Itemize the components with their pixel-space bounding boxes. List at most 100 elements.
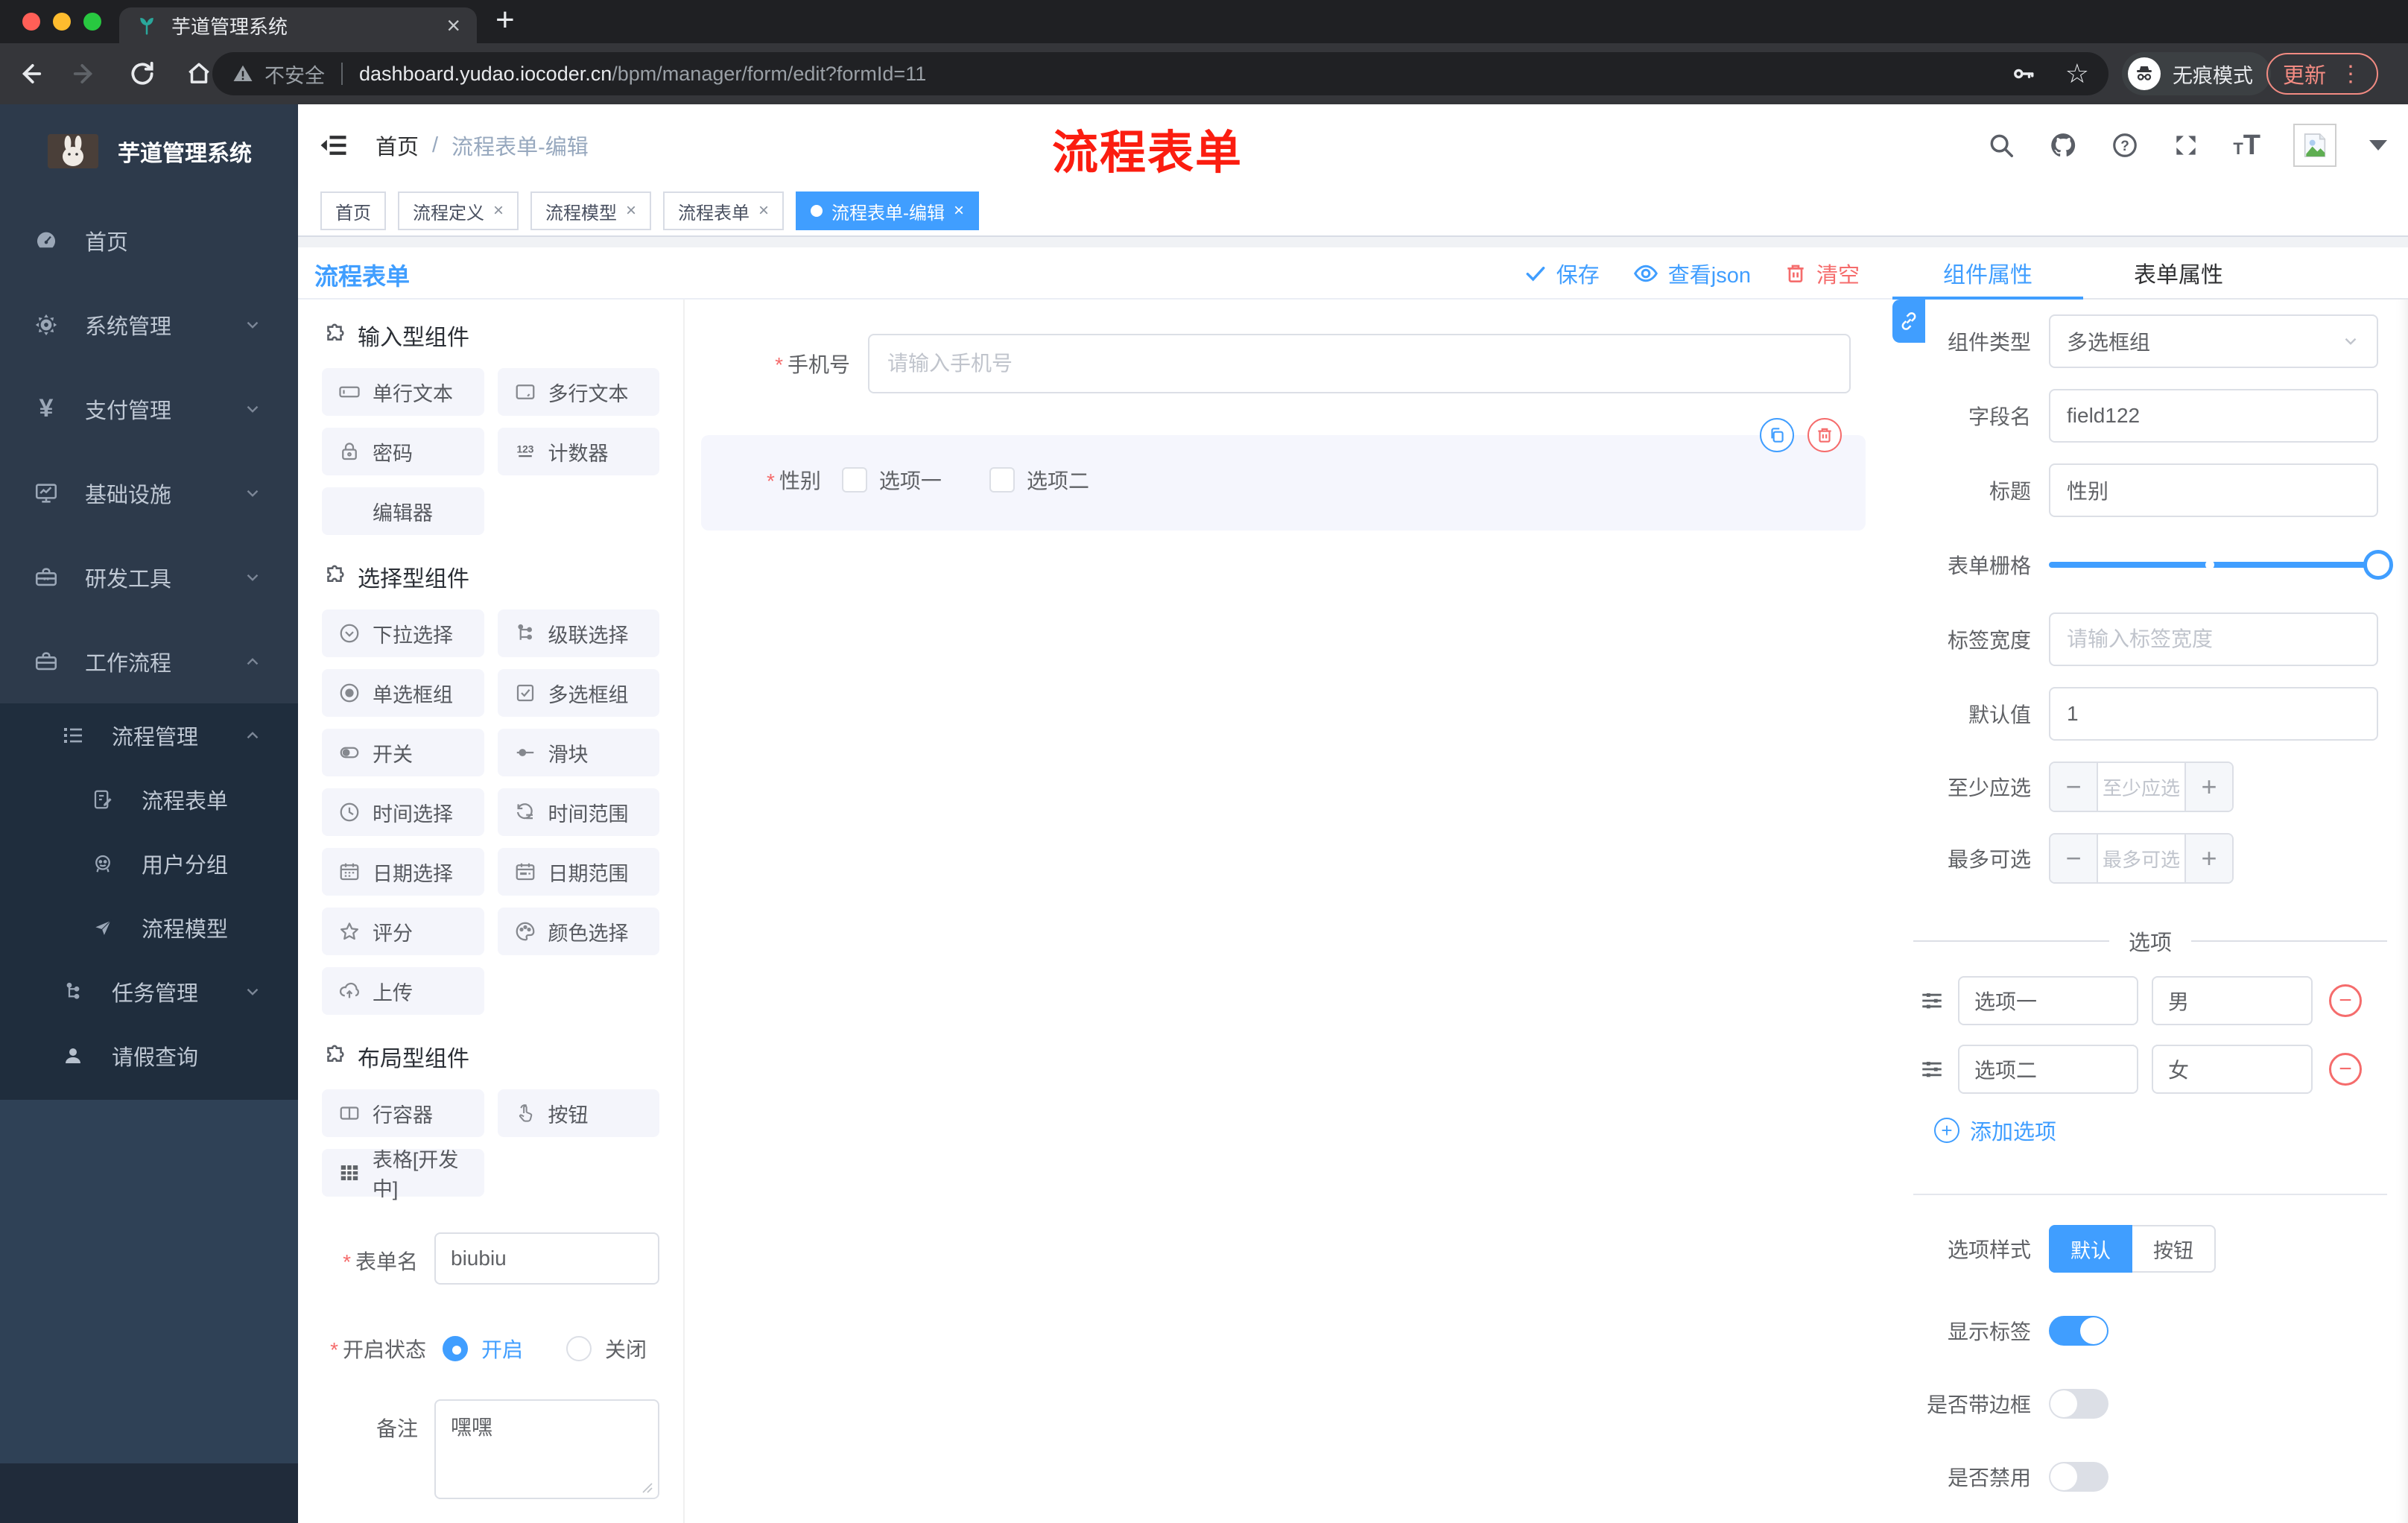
tab-form-props[interactable]: 表单属性 <box>2083 247 2274 298</box>
palette-item-checkbox-group[interactable]: 多选框组 <box>497 669 659 717</box>
help-icon[interactable]: ? <box>2111 131 2139 159</box>
status-off-label[interactable]: 关闭 <box>605 1334 647 1364</box>
palette-item-time-range[interactable]: 时间范围 <box>497 788 659 836</box>
sidebar-item-leave-query[interactable]: 请假查询 <box>0 1024 298 1088</box>
delete-component-button[interactable] <box>1807 418 1842 452</box>
palette-item-single-text[interactable]: 单行文本 <box>322 368 484 416</box>
show-label-toggle[interactable] <box>2049 1316 2108 1346</box>
sidebar-item-system[interactable]: 系统管理 <box>0 282 298 367</box>
form-remark-textarea[interactable]: 嘿嘿 <box>434 1399 659 1499</box>
palette-item-select[interactable]: 下拉选择 <box>322 609 484 657</box>
style-default-button[interactable]: 默认 <box>2049 1225 2132 1273</box>
palette-item-cascader[interactable]: 级联选择 <box>497 609 659 657</box>
tag-process-model[interactable]: 流程模型 × <box>530 191 652 230</box>
gender-option2-checkbox[interactable] <box>989 467 1015 493</box>
remove-option-button[interactable]: − <box>2329 1053 2362 1086</box>
tag-home[interactable]: 首页 <box>320 191 386 230</box>
sidebar-item-task-mgmt[interactable]: 任务管理 <box>0 960 298 1024</box>
search-icon[interactable] <box>1987 131 2015 159</box>
browser-menu-icon[interactable]: ⋮ <box>2339 61 2362 87</box>
save-button[interactable]: 保存 <box>1524 258 1600 289</box>
security-chip[interactable]: 不安全 <box>232 60 325 89</box>
form-name-input[interactable] <box>434 1232 659 1285</box>
default-value-input[interactable] <box>2049 687 2378 741</box>
avatar[interactable] <box>2293 124 2336 167</box>
sidebar-item-infra[interactable]: 基础设施 <box>0 451 298 535</box>
tag-close-icon[interactable]: × <box>758 202 769 220</box>
sidebar-item-process-mgmt[interactable]: 流程管理 <box>0 703 298 767</box>
copy-component-button[interactable] <box>1760 418 1794 452</box>
palette-item-time-picker[interactable]: 时间选择 <box>322 788 484 836</box>
palette-item-rate[interactable]: 评分 <box>322 908 484 955</box>
plus-button[interactable]: + <box>2184 835 2232 882</box>
bookmark-star-icon[interactable]: ☆ <box>2065 60 2089 87</box>
address-bar[interactable]: 不安全 dashboard.yudao.iocoder.cn/bpm/manag… <box>212 52 2108 95</box>
status-on-radio[interactable] <box>443 1336 468 1361</box>
sidebar-item-devtools[interactable]: 研发工具 <box>0 535 298 619</box>
clear-button[interactable]: 清空 <box>1784 258 1860 289</box>
window-zoom-button[interactable] <box>83 13 101 31</box>
tag-process-form[interactable]: 流程表单 × <box>663 191 785 230</box>
caret-down-icon[interactable] <box>2369 140 2387 151</box>
remove-option-button[interactable]: − <box>2329 984 2362 1017</box>
password-key-icon[interactable] <box>2010 61 2035 86</box>
tab-close-icon[interactable]: × <box>446 13 460 37</box>
sidebar-item-home[interactable]: 首页 <box>0 198 298 282</box>
palette-item-multi-text[interactable]: 多行文本 <box>497 368 659 416</box>
breadcrumb-home[interactable]: 首页 <box>376 130 419 161</box>
phone-input[interactable] <box>868 334 1851 393</box>
sidebar-item-process-form[interactable]: 流程表单 <box>0 767 298 832</box>
gender-option2-label[interactable]: 选项二 <box>1027 465 1089 495</box>
palette-item-button[interactable]: 按钮 <box>497 1089 659 1137</box>
minus-button[interactable]: − <box>2050 835 2098 882</box>
palette-item-upload[interactable]: 上传 <box>322 967 484 1015</box>
view-json-button[interactable]: 查看json <box>1632 258 1751 289</box>
palette-item-password[interactable]: 密码 <box>322 428 484 475</box>
drag-handle-icon[interactable] <box>1919 1057 1945 1082</box>
new-tab-button[interactable]: + <box>495 1 515 39</box>
border-toggle[interactable] <box>2049 1389 2108 1419</box>
sidebar-item-user-group[interactable]: 用户分组 <box>0 832 298 896</box>
palette-item-color-picker[interactable]: 颜色选择 <box>497 908 659 955</box>
field-name-input[interactable] <box>2049 389 2378 443</box>
slider-handle[interactable] <box>2363 550 2393 580</box>
window-minimize-button[interactable] <box>53 13 71 31</box>
window-close-button[interactable] <box>22 13 40 31</box>
resize-handle[interactable] <box>640 1481 655 1495</box>
selected-component-gender[interactable]: * 性别 选项一 选项二 <box>701 418 1866 531</box>
plus-button[interactable]: + <box>2184 763 2232 811</box>
label-width-input[interactable] <box>2049 612 2378 666</box>
grid-slider[interactable] <box>2049 538 2393 592</box>
tag-close-icon[interactable]: × <box>626 202 636 220</box>
minus-button[interactable]: − <box>2050 763 2098 811</box>
max-select-value[interactable]: 最多可选 <box>2098 835 2184 882</box>
palette-item-editor[interactable]: 编辑器 <box>322 487 484 535</box>
palette-item-slider[interactable]: 滑块 <box>497 729 659 776</box>
status-on-label[interactable]: 开启 <box>481 1334 523 1364</box>
sidebar-logo[interactable]: 芋道管理系统 <box>0 104 298 198</box>
option-label-input[interactable] <box>1958 1045 2138 1094</box>
forward-button[interactable] <box>72 60 100 88</box>
title-input[interactable] <box>2049 463 2378 517</box>
sidebar-item-workflow[interactable]: 工作流程 <box>0 619 298 703</box>
tag-process-definition[interactable]: 流程定义 × <box>398 191 519 230</box>
palette-item-counter[interactable]: 123 计数器 <box>497 428 659 475</box>
sidebar-item-process-model[interactable]: 流程模型 <box>0 896 298 960</box>
update-button[interactable]: 更新 ⋮ <box>2266 53 2379 95</box>
palette-item-date-range[interactable]: 日期范围 <box>497 848 659 896</box>
palette-item-row-container[interactable]: 行容器 <box>322 1089 484 1137</box>
add-option-button[interactable]: + 添加选项 <box>1934 1115 2056 1146</box>
drag-handle-icon[interactable] <box>1919 988 1945 1013</box>
palette-item-radio-group[interactable]: 单选框组 <box>322 669 484 717</box>
disabled-toggle[interactable] <box>2049 1462 2108 1492</box>
palette-item-table[interactable]: 表格[开发中] <box>322 1149 484 1200</box>
gender-option1-checkbox[interactable] <box>841 467 867 493</box>
github-icon[interactable] <box>2048 130 2078 160</box>
component-type-select[interactable]: 多选框组 <box>2049 314 2378 368</box>
hamburger-icon[interactable] <box>317 129 350 162</box>
palette-item-switch[interactable]: 开关 <box>322 729 484 776</box>
font-size-icon[interactable]: TT <box>2233 130 2260 162</box>
tag-close-icon[interactable]: × <box>954 202 964 220</box>
sidebar-item-payment[interactable]: ¥ 支付管理 <box>0 367 298 451</box>
home-button[interactable] <box>185 60 213 88</box>
